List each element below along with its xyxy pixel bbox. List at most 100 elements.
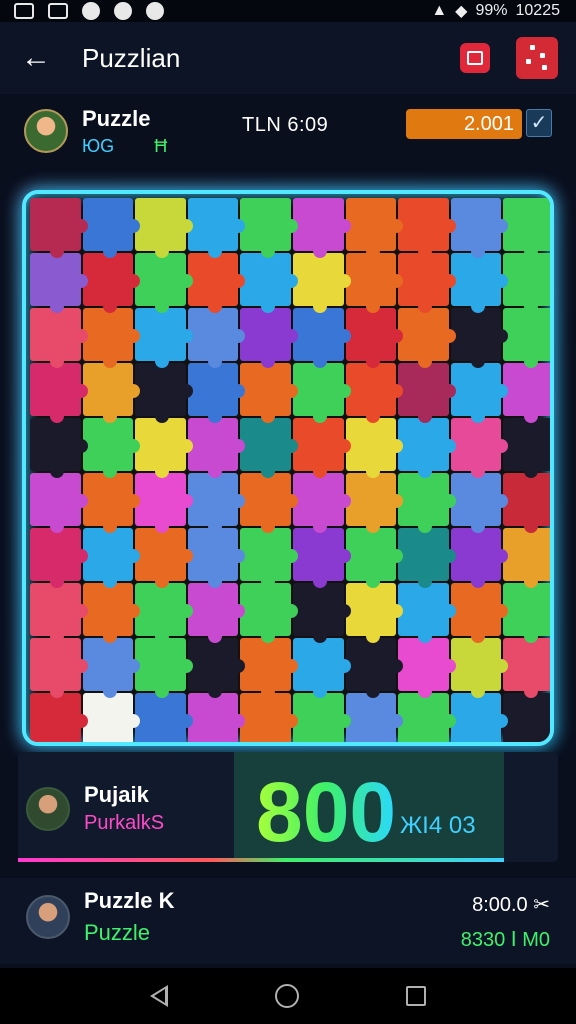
- puzzle-piece[interactable]: [240, 363, 298, 423]
- puzzle-piece[interactable]: [450, 528, 508, 588]
- puzzle-piece[interactable]: [135, 418, 193, 478]
- puzzle-piece[interactable]: [450, 363, 508, 423]
- puzzle-piece[interactable]: [292, 473, 351, 533]
- puzzle-piece[interactable]: [82, 253, 140, 313]
- puzzle-piece[interactable]: [450, 198, 508, 258]
- leaderboard-entry[interactable]: Pujaik PurkalkS: [26, 782, 164, 835]
- check-button[interactable]: ✓: [526, 109, 552, 137]
- puzzle-piece[interactable]: [503, 418, 550, 478]
- puzzle-piece[interactable]: [450, 583, 508, 643]
- puzzle-piece[interactable]: [292, 528, 351, 588]
- puzzle-piece[interactable]: [345, 253, 403, 313]
- puzzle-piece[interactable]: [292, 198, 351, 258]
- nav-recents-icon[interactable]: [406, 986, 427, 1006]
- puzzle-piece[interactable]: [135, 638, 193, 698]
- puzzle-piece[interactable]: [345, 418, 403, 478]
- puzzle-piece[interactable]: [187, 528, 245, 588]
- puzzle-piece[interactable]: [30, 363, 88, 423]
- puzzle-piece[interactable]: [345, 693, 403, 742]
- puzzle-piece[interactable]: [187, 693, 245, 742]
- puzzle-piece[interactable]: [345, 583, 403, 643]
- puzzle-piece[interactable]: [30, 308, 88, 368]
- puzzle-piece[interactable]: [82, 363, 140, 423]
- puzzle-piece[interactable]: [187, 418, 245, 478]
- puzzle-piece[interactable]: [135, 363, 193, 423]
- puzzle-piece[interactable]: [30, 473, 88, 533]
- puzzle-piece[interactable]: [135, 198, 193, 258]
- puzzle-piece[interactable]: [135, 528, 193, 588]
- puzzle-piece[interactable]: [345, 638, 403, 698]
- puzzle-piece[interactable]: [398, 693, 456, 742]
- puzzle-piece[interactable]: [503, 638, 550, 698]
- puzzle-piece[interactable]: [398, 583, 456, 643]
- puzzle-piece[interactable]: [30, 583, 88, 643]
- puzzle-piece[interactable]: [30, 693, 88, 742]
- puzzle-piece[interactable]: [135, 693, 193, 742]
- puzzle-piece[interactable]: [345, 363, 403, 423]
- puzzle-piece[interactable]: [135, 308, 193, 368]
- puzzle-piece[interactable]: [398, 473, 456, 533]
- puzzle-piece[interactable]: [503, 198, 550, 258]
- avatar[interactable]: [24, 109, 68, 153]
- puzzle-piece[interactable]: [503, 473, 550, 533]
- puzzle-piece[interactable]: [292, 253, 351, 313]
- puzzle-piece[interactable]: [450, 253, 508, 313]
- puzzle-piece[interactable]: [450, 638, 508, 698]
- puzzle-piece[interactable]: [450, 308, 508, 368]
- puzzle-piece[interactable]: [292, 638, 351, 698]
- puzzle-piece[interactable]: [240, 638, 298, 698]
- puzzle-piece[interactable]: [240, 253, 298, 313]
- puzzle-piece[interactable]: [398, 198, 456, 258]
- puzzle-piece[interactable]: [345, 308, 403, 368]
- puzzle-piece[interactable]: [30, 638, 88, 698]
- puzzle-piece[interactable]: [292, 583, 351, 643]
- puzzle-piece[interactable]: [240, 583, 298, 643]
- puzzle-piece[interactable]: [187, 473, 245, 533]
- nav-back-icon[interactable]: [149, 985, 168, 1007]
- puzzle-piece[interactable]: [398, 363, 456, 423]
- puzzle-piece[interactable]: [398, 638, 456, 698]
- puzzle-piece[interactable]: [503, 693, 550, 742]
- puzzle-piece[interactable]: [240, 418, 298, 478]
- puzzle-piece[interactable]: [82, 308, 140, 368]
- puzzle-piece[interactable]: [82, 198, 140, 258]
- puzzle-piece[interactable]: [503, 253, 550, 313]
- puzzle-piece[interactable]: [398, 528, 456, 588]
- puzzle-piece[interactable]: [450, 473, 508, 533]
- puzzle-piece[interactable]: [345, 198, 403, 258]
- puzzle-piece[interactable]: [187, 583, 245, 643]
- puzzle-piece[interactable]: [292, 693, 351, 742]
- puzzle-piece[interactable]: [292, 418, 351, 478]
- puzzle-piece[interactable]: [503, 363, 550, 423]
- puzzle-piece[interactable]: [82, 638, 140, 698]
- puzzle-piece[interactable]: [398, 253, 456, 313]
- puzzle-piece[interactable]: [398, 308, 456, 368]
- puzzle-piece[interactable]: [135, 473, 193, 533]
- puzzle-piece[interactable]: [240, 308, 298, 368]
- puzzle-board[interactable]: [22, 190, 554, 746]
- puzzle-piece[interactable]: [82, 473, 140, 533]
- puzzle-piece[interactable]: [82, 418, 140, 478]
- secondary-entry[interactable]: Puzzle K Puzzle 8:00.0 ✂ 8330 Ⅰ М0: [0, 878, 576, 964]
- puzzle-piece[interactable]: [450, 693, 508, 742]
- puzzle-piece[interactable]: [30, 418, 88, 478]
- puzzle-piece[interactable]: [398, 418, 456, 478]
- puzzle-piece[interactable]: [240, 198, 298, 258]
- puzzle-piece[interactable]: [503, 528, 550, 588]
- puzzle-piece[interactable]: [187, 198, 245, 258]
- puzzle-piece[interactable]: [187, 363, 245, 423]
- puzzle-piece[interactable]: [30, 198, 88, 258]
- puzzle-piece[interactable]: [82, 528, 140, 588]
- puzzle-piece[interactable]: [187, 638, 245, 698]
- puzzle-piece[interactable]: [82, 583, 140, 643]
- puzzle-piece[interactable]: [135, 253, 193, 313]
- puzzle-piece[interactable]: [187, 308, 245, 368]
- puzzle-piece[interactable]: [503, 308, 550, 368]
- puzzle-piece[interactable]: [292, 308, 351, 368]
- puzzle-piece[interactable]: [345, 473, 403, 533]
- puzzle-piece[interactable]: [187, 253, 245, 313]
- puzzle-piece[interactable]: [240, 693, 298, 742]
- puzzle-piece[interactable]: [503, 583, 550, 643]
- nav-home-icon[interactable]: [274, 984, 299, 1008]
- puzzle-piece[interactable]: [240, 528, 298, 588]
